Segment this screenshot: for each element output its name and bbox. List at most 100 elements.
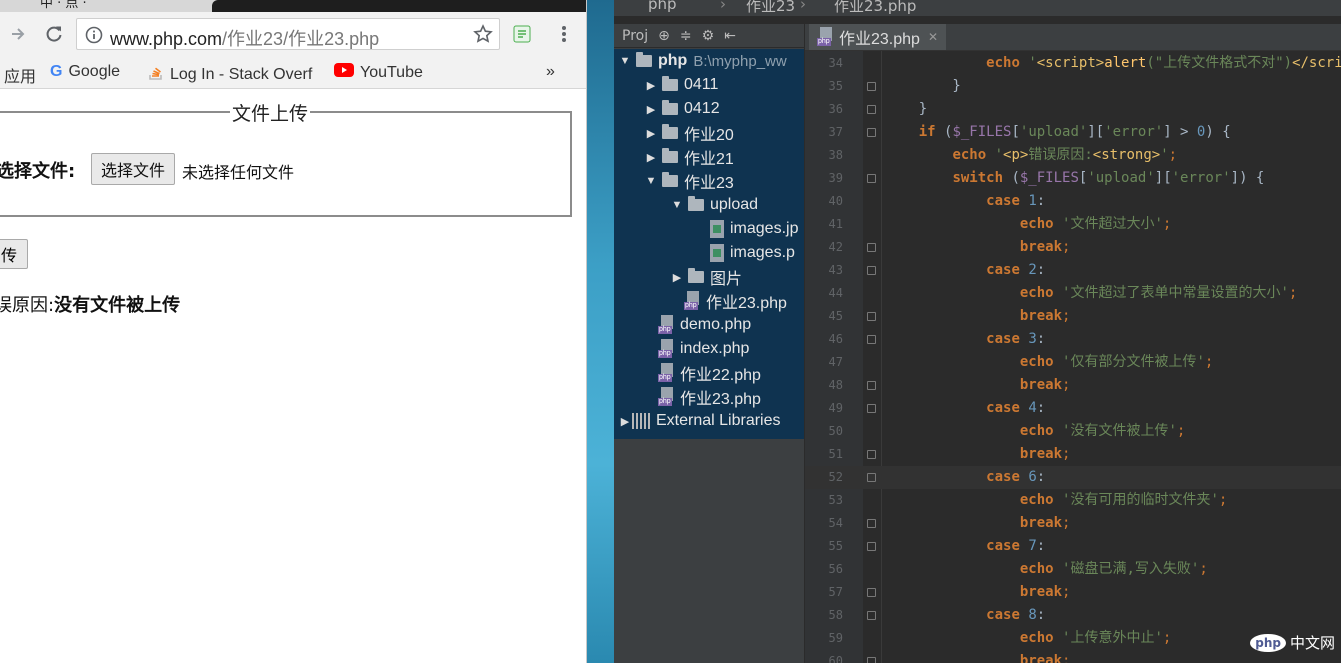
fold-marker-icon[interactable] [867, 381, 876, 390]
code-line[interactable]: 52 case 6: [805, 466, 1341, 489]
fold-marker-icon[interactable] [867, 243, 876, 252]
breadcrumb-folder[interactable]: 作业23 [746, 0, 795, 16]
tab-title[interactable]: 中 · 点 · [40, 0, 87, 11]
fold-marker-icon[interactable] [867, 312, 876, 321]
code-editor: 作业23.php ✕ 34 echo '<script>alert("上传文件格… [805, 24, 1341, 663]
code-line[interactable]: 34 echo '<script>alert("上传文件格式不对")</scri… [805, 52, 1341, 75]
code-line[interactable]: 35 } [805, 75, 1341, 98]
code-line[interactable]: 47 echo '仅有部分文件被上传'; [805, 351, 1341, 374]
collapsed-arrow-icon[interactable]: ▶ [644, 127, 658, 140]
bookmarks-bar: 应用 G Google Log In - Stack Overf YouTube… [0, 58, 586, 89]
code-line[interactable]: 41 echo '文件超过大小'; [805, 213, 1341, 236]
tree-node-folder[interactable]: ▶ 0411 [644, 73, 718, 97]
forward-icon[interactable] [4, 20, 32, 48]
choose-file-button[interactable]: 选择文件 [91, 153, 176, 185]
code-line[interactable]: 55 case 7: [805, 535, 1341, 558]
fold-marker-icon[interactable] [867, 128, 876, 137]
locate-icon[interactable]: ⊕ [658, 28, 670, 44]
bookmark-youtube[interactable]: YouTube [334, 63, 423, 82]
bookmark-google[interactable]: G Google [50, 63, 120, 81]
tree-node-folder[interactable]: ▶ 作业20 [644, 121, 734, 145]
tree-node-php[interactable]: 作业22.php [644, 361, 761, 385]
tree-node-image[interactable]: images.jp [696, 217, 798, 241]
code-line[interactable]: 39 switch ($_FILES['upload']['error']) { [805, 167, 1341, 190]
tree-node-php[interactable]: index.php [644, 337, 749, 361]
bookmark-star-icon[interactable] [473, 24, 493, 48]
fold-marker-icon[interactable] [867, 588, 876, 597]
code-line[interactable]: 48 break; [805, 374, 1341, 397]
tree-node-folder[interactable]: ▼ 作业23 [644, 169, 734, 193]
collapsed-arrow-icon[interactable]: ▶ [644, 151, 658, 164]
breadcrumb-file[interactable]: 作业23.php [834, 0, 916, 16]
breadcrumb-php[interactable]: php [648, 0, 677, 13]
tree-node-folder[interactable]: ▶ 作业21 [644, 145, 734, 169]
tree-node-folder[interactable]: ▶ 图片 [670, 265, 742, 289]
gear-icon[interactable]: ⚙ [702, 28, 715, 44]
address-bar[interactable]: www.php.com/作业23/作业23.php [76, 18, 500, 50]
expanded-arrow-icon[interactable]: ▼ [618, 55, 632, 67]
code-line[interactable]: 46 case 3: [805, 328, 1341, 351]
fold-marker-icon[interactable] [867, 519, 876, 528]
hide-panel-icon[interactable]: ⇤ [724, 28, 736, 44]
tree-node-root[interactable]: ▼ php B:\myphp_ww [618, 49, 787, 73]
menu-kebab-icon[interactable] [550, 20, 578, 48]
bookmark-stackoverflow[interactable]: Log In - Stack Overf [148, 63, 312, 86]
project-view-label[interactable]: Proj [622, 28, 648, 44]
code-line[interactable]: 50 echo '没有文件被上传'; [805, 420, 1341, 443]
tree-node-folder[interactable]: ▶ 0412 [644, 97, 720, 121]
tree-node-label: 作业23.php [680, 391, 761, 408]
fold-marker-icon[interactable] [867, 105, 876, 114]
tree-node-label: 作业23 [684, 175, 734, 192]
close-icon[interactable]: ✕ [928, 30, 938, 44]
fold-marker-icon[interactable] [867, 542, 876, 551]
expanded-arrow-icon[interactable]: ▼ [670, 199, 684, 211]
editor-tab-active[interactable]: 作业23.php ✕ [809, 24, 947, 50]
code-line[interactable]: 56 echo '磁盘已满,写入失败'; [805, 558, 1341, 581]
fold-marker-icon[interactable] [867, 335, 876, 344]
fold-marker-icon[interactable] [867, 473, 876, 482]
code-line[interactable]: 38 echo '<p>错误原因:<strong>'; [805, 144, 1341, 167]
fold-marker-icon[interactable] [867, 82, 876, 91]
code-text: echo '上传意外中止'; [1019, 630, 1172, 646]
code-line[interactable]: 58 case 8: [805, 604, 1341, 627]
code-line[interactable]: 45 break; [805, 305, 1341, 328]
tree-node-php[interactable]: 作业23.php [670, 289, 787, 313]
fold-marker-icon[interactable] [867, 266, 876, 275]
reload-icon[interactable] [40, 20, 68, 48]
extension-icon[interactable] [508, 20, 536, 48]
collapsed-arrow-icon[interactable]: ▶ [670, 271, 684, 284]
tree-node-php[interactable]: demo.php [644, 313, 751, 337]
url-text[interactable]: www.php.com/作业23/作业23.php [110, 25, 379, 51]
bookmark-apps[interactable]: 应用 [4, 63, 36, 87]
code-line[interactable]: 57 break; [805, 581, 1341, 604]
tree-node-folder[interactable]: ▼ upload [670, 193, 758, 217]
fold-marker-icon[interactable] [867, 174, 876, 183]
code-line[interactable]: 43 case 2: [805, 259, 1341, 282]
code-line[interactable]: 54 break; [805, 512, 1341, 535]
code-line[interactable]: 49 case 4: [805, 397, 1341, 420]
code-line[interactable]: 42 break; [805, 236, 1341, 259]
collapse-icon[interactable]: ≑ [680, 28, 692, 44]
info-icon[interactable] [85, 26, 103, 48]
tree-node-lib[interactable]: ▶ External Libraries [618, 409, 781, 433]
collapsed-arrow-icon[interactable]: ▶ [618, 415, 632, 428]
tree-node-image[interactable]: images.p [696, 241, 795, 265]
code-line[interactable]: 36 } [805, 98, 1341, 121]
expanded-arrow-icon[interactable]: ▼ [644, 175, 658, 187]
fold-marker-icon[interactable] [867, 611, 876, 620]
code-line[interactable]: 37 if ($_FILES['upload']['error'] > 0) { [805, 121, 1341, 144]
fold-marker-icon[interactable] [867, 450, 876, 459]
code-text: } [885, 101, 928, 117]
collapsed-arrow-icon[interactable]: ▶ [644, 103, 658, 116]
code-line[interactable]: 44 echo '文件超过了表单中常量设置的大小'; [805, 282, 1341, 305]
more-bookmarks-button[interactable]: » [546, 63, 555, 81]
collapsed-arrow-icon[interactable]: ▶ [644, 79, 658, 92]
code-line[interactable]: 40 case 1: [805, 190, 1341, 213]
tree-node-php[interactable]: 作业23.php [644, 385, 761, 409]
tab-inactive[interactable] [212, 0, 586, 12]
upload-submit-button[interactable]: 传 [0, 239, 29, 269]
fold-marker-icon[interactable] [867, 657, 876, 663]
code-line[interactable]: 53 echo '没有可用的临时文件夹'; [805, 489, 1341, 512]
code-line[interactable]: 51 break; [805, 443, 1341, 466]
fold-marker-icon[interactable] [867, 404, 876, 413]
